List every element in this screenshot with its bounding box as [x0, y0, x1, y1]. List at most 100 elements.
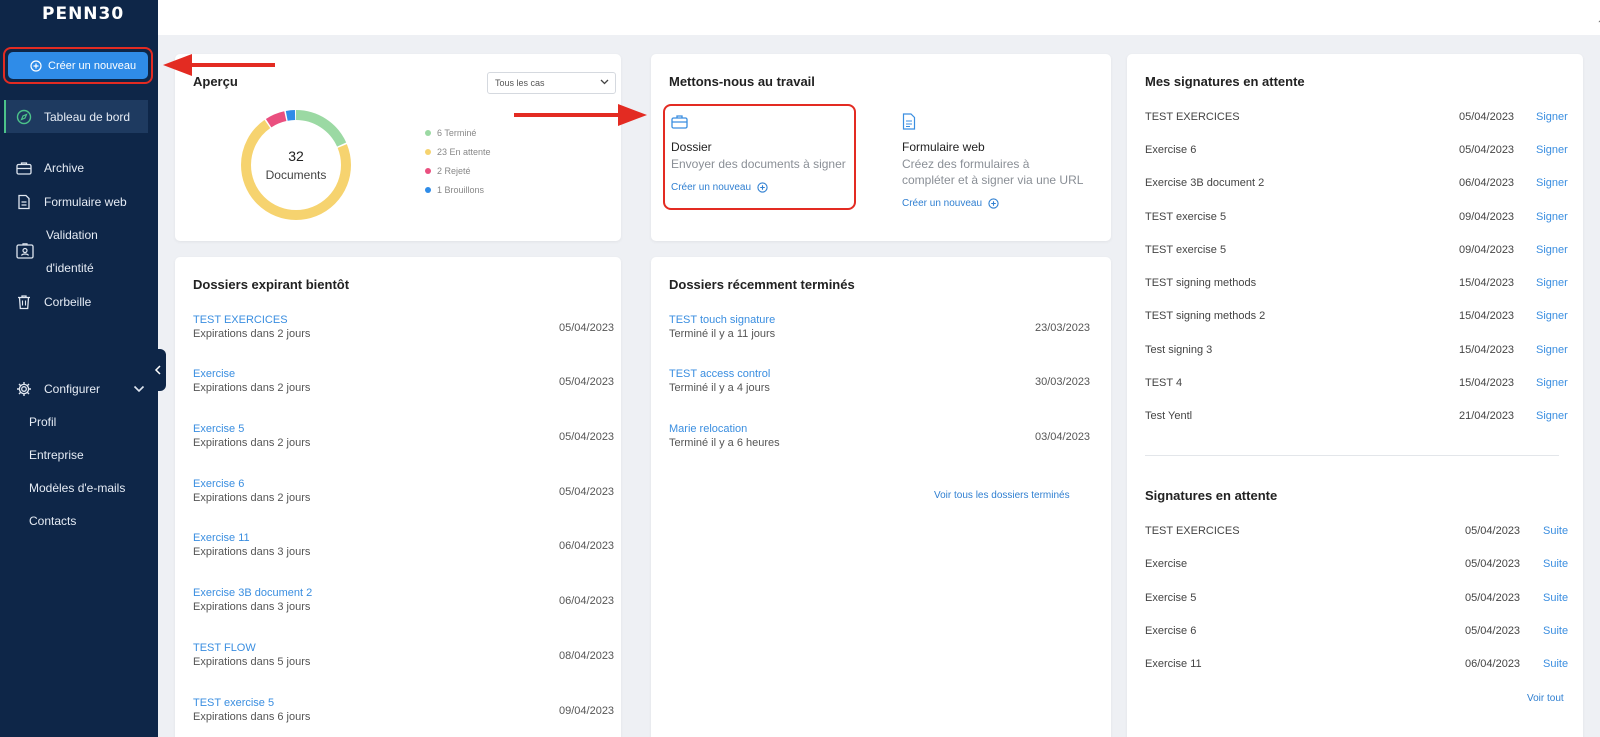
sidebar-subitem-profile[interactable]: Profil — [29, 415, 56, 429]
sign-link[interactable]: Signer — [1536, 277, 1568, 289]
sign-link[interactable]: Signer — [1536, 177, 1568, 189]
sign-link[interactable]: Signer — [1536, 310, 1568, 322]
sidebar-subitem-email-templates[interactable]: Modèles d'e-mails — [29, 481, 125, 495]
document-icon — [16, 194, 32, 210]
web-form-document-icon — [902, 113, 916, 130]
sidebar-item-label: Archive — [44, 161, 85, 175]
dossier-create-new-link[interactable]: Créer un nouveau — [671, 182, 768, 193]
dossier-name-link[interactable]: Exercise 6 — [193, 478, 244, 490]
signature-name: TEST signing methods 2 — [1145, 310, 1266, 322]
sidebar-item-label: d'identité — [46, 260, 94, 275]
completed-text: Terminé il y a 4 jours — [669, 382, 770, 394]
web-form-description-line2: compléter et à signer via une URL — [902, 173, 1084, 187]
completed-date: 23/03/2023 — [1035, 322, 1091, 334]
sign-link[interactable]: Signer — [1536, 410, 1568, 422]
expiry-date: 05/04/2023 — [559, 322, 615, 334]
sign-link[interactable]: Signer — [1536, 344, 1568, 356]
legend-label: 1 Brouillons — [437, 185, 485, 195]
signature-date: 05/04/2023 — [1459, 144, 1515, 156]
my-signatures-title: Mes signatures en attente — [1145, 74, 1305, 89]
expiry-text: Expirations dans 3 jours — [193, 601, 311, 613]
create-new-button[interactable]: Créer un nouveau — [8, 52, 148, 79]
dossier-name-link[interactable]: Exercise 3B document 2 — [193, 587, 312, 599]
completed-text: Terminé il y a 6 heures — [669, 437, 780, 449]
dossier-description: Envoyer des documents à signer — [671, 157, 846, 171]
follow-up-link[interactable]: Suite — [1543, 592, 1568, 604]
signature-date: 05/04/2023 — [1465, 592, 1521, 604]
dossier-name-link[interactable]: TEST FLOW — [193, 642, 256, 654]
view-all-link[interactable]: Voir tout — [1527, 693, 1564, 704]
dossier-name-link[interactable]: Exercise — [193, 368, 235, 380]
chevron-down-icon — [133, 385, 145, 393]
view-all-completed-link[interactable]: Voir tous les dossiers terminés — [934, 490, 1070, 501]
follow-up-link[interactable]: Suite — [1543, 558, 1568, 570]
signature-name: Exercise 6 — [1145, 625, 1197, 637]
expiry-text: Expirations dans 2 jours — [193, 437, 311, 449]
recently-completed-card: Dossiers récemment terminés TEST touch s… — [651, 257, 1111, 737]
expiry-text: Expirations dans 6 jours — [193, 711, 311, 723]
chevron-left-icon — [154, 365, 162, 375]
expiry-text: Expirations dans 2 jours — [193, 382, 311, 394]
signature-date: 05/04/2023 — [1465, 625, 1521, 637]
sign-link[interactable]: Signer — [1536, 377, 1568, 389]
signature-name: Test Yentl — [1145, 410, 1193, 422]
sign-link[interactable]: Signer — [1536, 144, 1568, 156]
expiring-card: Dossiers expirant bientôt TEST EXERCICES… — [175, 257, 621, 737]
sidebar-item-trash[interactable]: Corbeille — [0, 294, 158, 310]
dossier-name-link[interactable]: TEST access control — [669, 368, 770, 380]
sidebar-subitem-contacts[interactable]: Contacts — [29, 514, 76, 528]
plus-circle-icon — [988, 198, 999, 209]
sidebar-item-archive[interactable]: Archive — [0, 161, 158, 175]
briefcase-icon — [16, 161, 32, 175]
sign-link[interactable]: Signer — [1536, 211, 1568, 223]
web-form-title: Formulaire web — [902, 140, 985, 154]
web-form-create-new-link[interactable]: Créer un nouveau — [902, 198, 999, 209]
sign-link[interactable]: Signer — [1536, 111, 1568, 123]
dossier-name-link[interactable]: Exercise 11 — [193, 532, 250, 544]
dossier-title: Dossier — [671, 140, 712, 154]
expiry-text: Expirations dans 5 jours — [193, 656, 311, 668]
dossier-name-link[interactable]: TEST EXERCICES — [193, 314, 288, 326]
dossier-option-highlight[interactable]: Dossier Envoyer des documents à signer C… — [663, 104, 856, 210]
legend-label: 23 En attente — [437, 147, 491, 157]
completed-text: Terminé il y a 11 jours — [669, 328, 776, 340]
get-to-work-card: Mettons-nous au travail Dossier Envoyer … — [651, 54, 1111, 241]
follow-up-link[interactable]: Suite — [1543, 625, 1568, 637]
signature-date: 09/04/2023 — [1459, 211, 1515, 223]
signature-date: 05/04/2023 — [1465, 558, 1521, 570]
signature-date: 06/04/2023 — [1459, 177, 1515, 189]
signature-date: 15/04/2023 — [1459, 344, 1515, 356]
sidebar-item-dashboard[interactable]: Tableau de bord — [4, 100, 148, 133]
signature-name: Test signing 3 — [1145, 344, 1213, 356]
gear-icon — [16, 381, 32, 397]
case-filter-select[interactable]: Tous les cas — [487, 72, 616, 94]
signature-name: TEST EXERCICES — [1145, 111, 1240, 123]
sidebar-item-identity-validation[interactable]: Validation d'identité — [0, 226, 158, 276]
sign-link[interactable]: Signer — [1536, 244, 1568, 256]
expiry-date: 09/04/2023 — [559, 705, 615, 717]
sidebar-subitem-company[interactable]: Entreprise — [29, 448, 84, 462]
dossier-create-new-label: Créer un nouveau — [671, 182, 752, 193]
documents-total-label: Documents — [265, 168, 327, 182]
sidebar-item-configure[interactable]: Configurer — [0, 381, 145, 397]
sidebar-collapse-toggle[interactable] — [149, 349, 166, 391]
dossier-name-link[interactable]: TEST touch signature — [669, 314, 775, 326]
case-filter-value: Tous les cas — [495, 78, 545, 88]
dossier-name-link[interactable]: TEST exercise 5 — [193, 697, 274, 709]
dossier-name-link[interactable]: Marie relocation — [669, 423, 747, 435]
overview-card: Aperçu Tous les cas 32 Documents 6 Termi… — [175, 54, 621, 241]
follow-up-link[interactable]: Suite — [1543, 658, 1568, 670]
expiring-title: Dossiers expirant bientôt — [193, 277, 350, 292]
dossier-name-link[interactable]: Exercise 5 — [193, 423, 244, 435]
sidebar: PENN30 Créer un nouveau Tableau de bord … — [0, 0, 158, 737]
expiry-date: 05/04/2023 — [559, 376, 615, 388]
sidebar-item-label: Corbeille — [44, 295, 92, 309]
chevron-down-icon — [600, 79, 609, 85]
sidebar-item-web-form[interactable]: Formulaire web — [0, 194, 158, 210]
sidebar-item-label: Tableau de bord — [44, 109, 131, 124]
web-form-create-new-label: Créer un nouveau — [902, 198, 983, 209]
compass-icon — [16, 109, 32, 125]
follow-up-link[interactable]: Suite — [1543, 525, 1568, 537]
signature-name: Exercise 6 — [1145, 144, 1197, 156]
plus-circle-icon — [30, 59, 42, 72]
